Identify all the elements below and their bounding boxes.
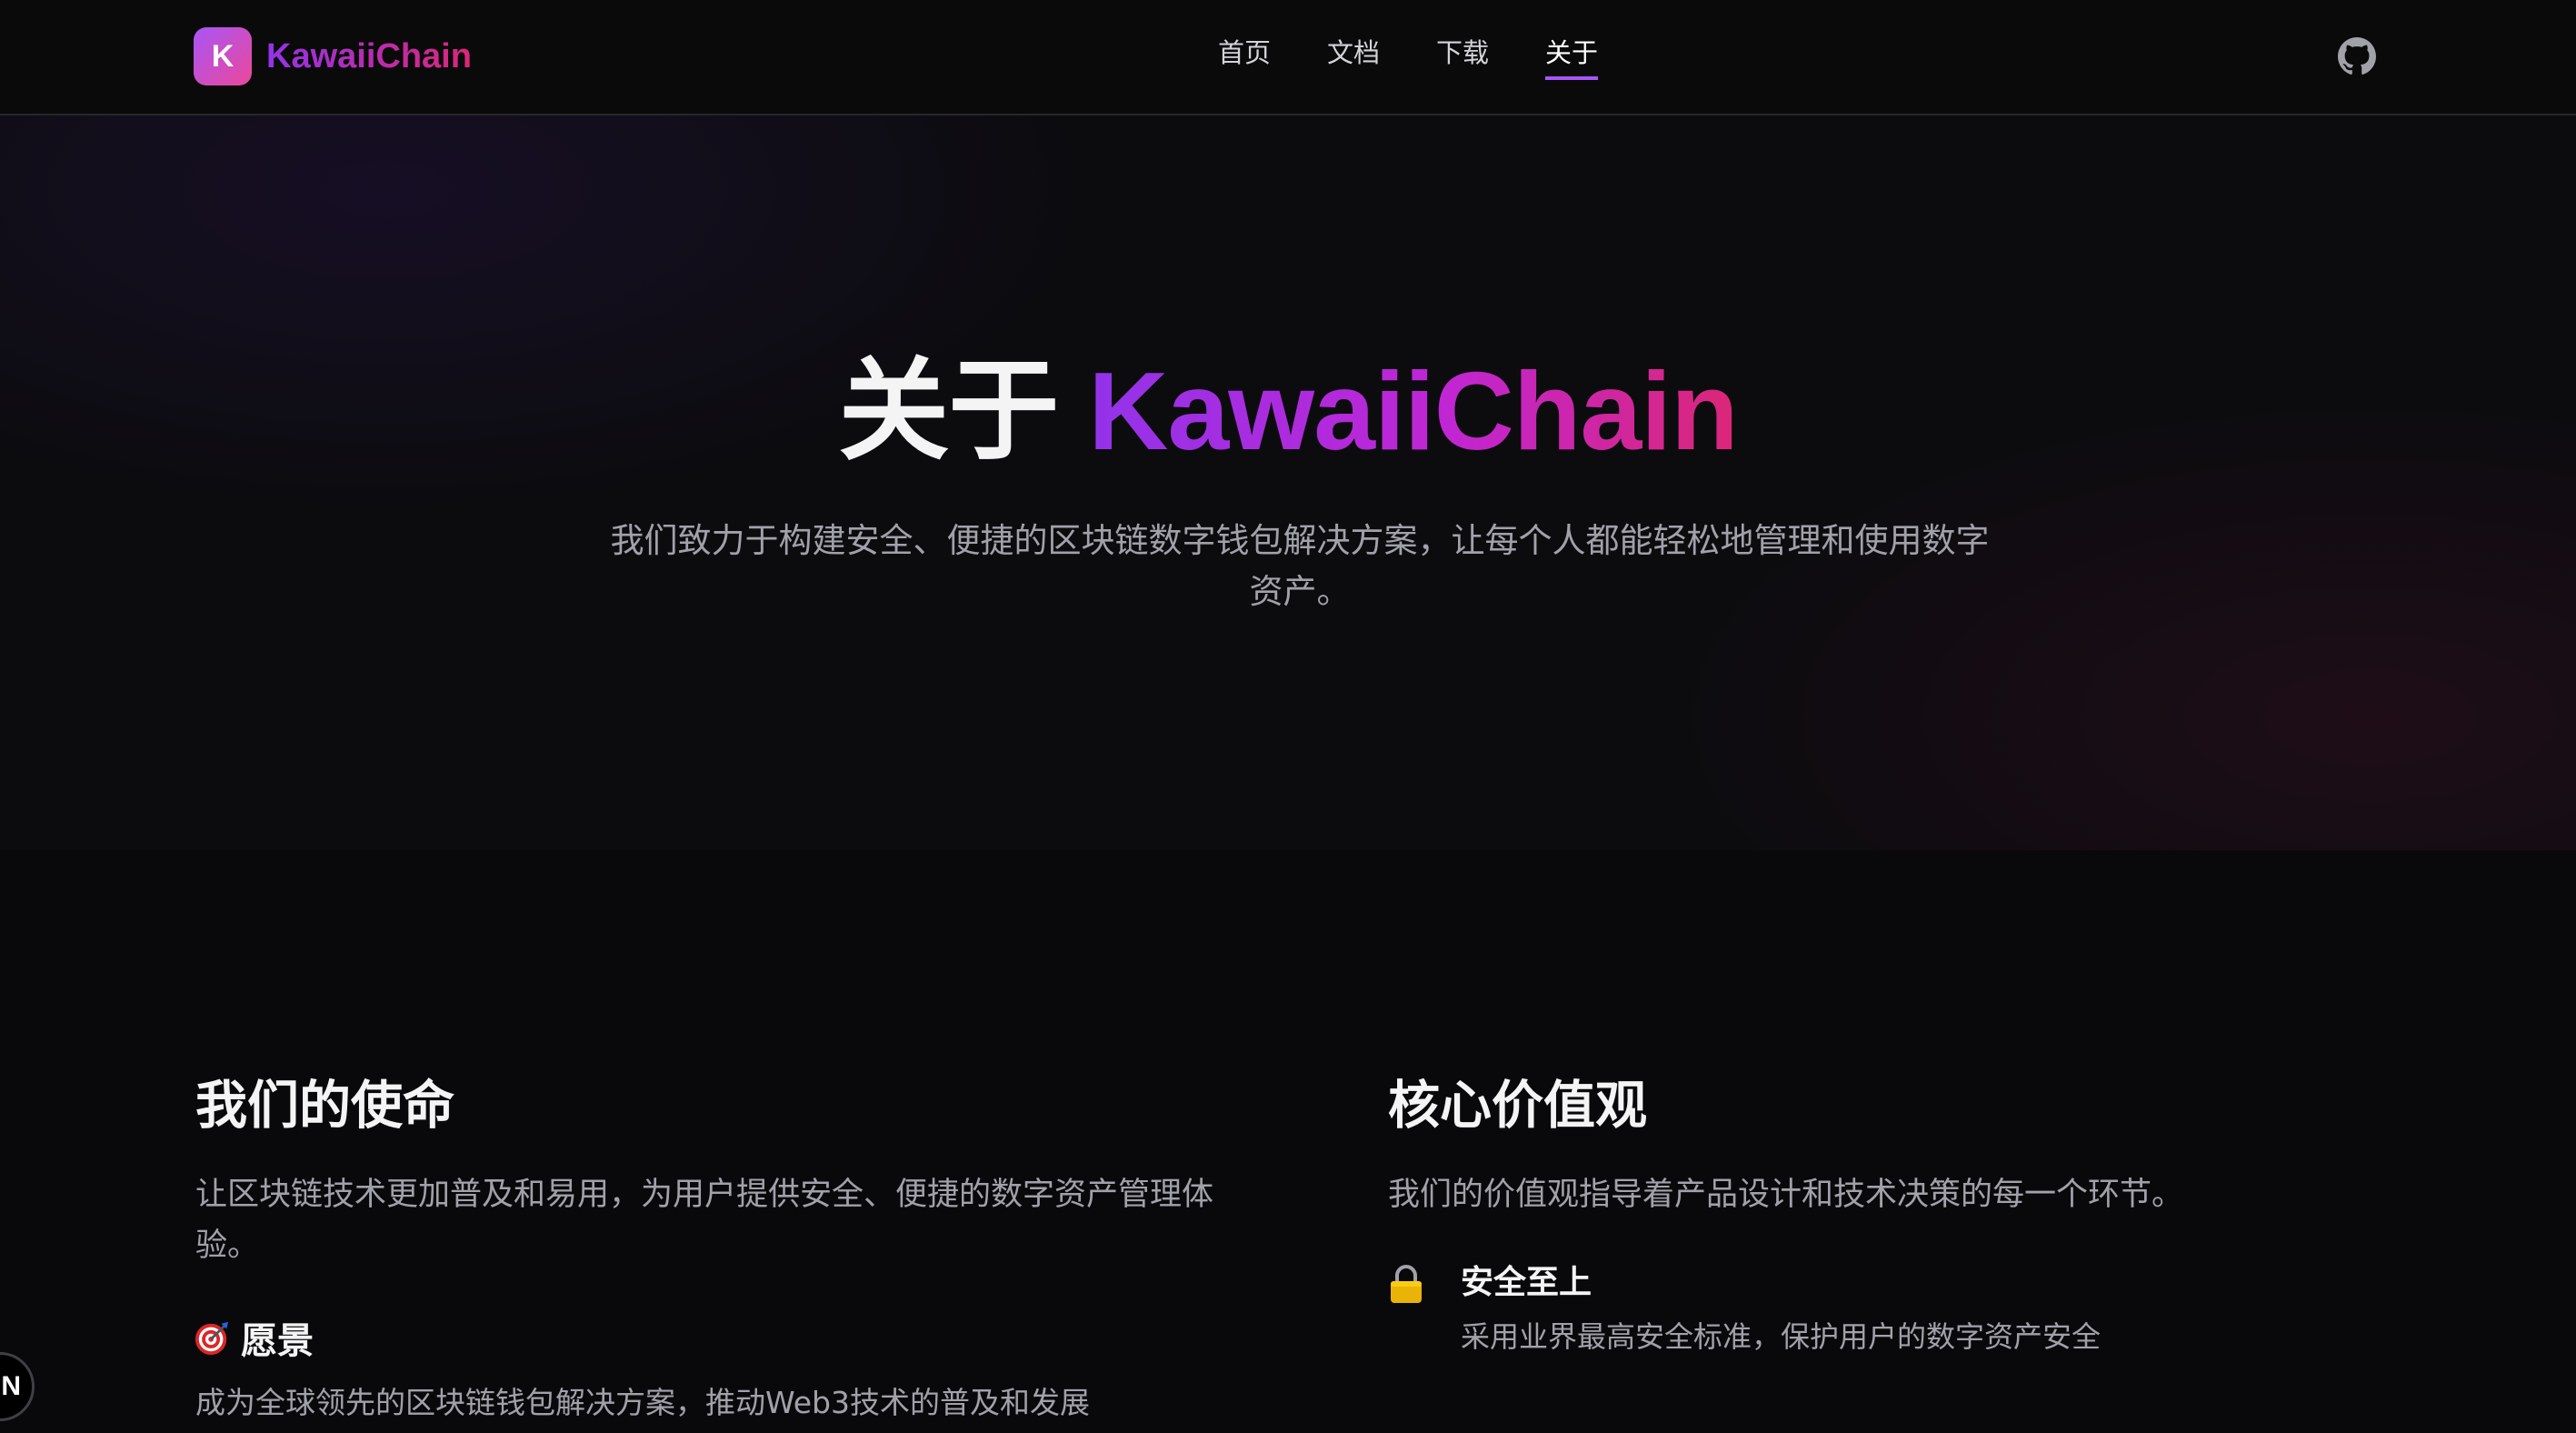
value-description: 采用业界最高安全标准，保护用户的数字资产安全: [1461, 1319, 2102, 1354]
values-section: 核心价值观 我们的价值观指导着产品设计和技术决策的每一个环节。 安全至上 采用业…: [1388, 1073, 2433, 1358]
mission-title: 我们的使命: [195, 1076, 454, 1136]
brand-name: KawaiiChain: [266, 36, 472, 75]
title-brand: KawaiiChain: [1088, 349, 1738, 473]
logo-icon: K: [194, 27, 252, 85]
value-title: 安全至上: [1461, 1264, 1593, 1301]
nav-link-download[interactable]: 下载: [1436, 36, 1489, 80]
lock-icon: [1391, 1265, 1422, 1303]
mission-description: 让区块链技术更加普及和易用，为用户提供安全、便捷的数字资产管理体验。: [195, 1177, 1214, 1264]
hero-subtitle: 我们致力于构建安全、便捷的区块链数字钱包解决方案，让每个人都能轻松地管理和使用数…: [610, 521, 1990, 611]
target-icon: [195, 1321, 229, 1355]
top-navbar: K KawaiiChain 首页 文档 下载 关于: [0, 0, 2576, 115]
value-text: 安全至上 采用业界最高安全标准，保护用户的数字资产安全: [1461, 1260, 2101, 1358]
vision-description: 成为全球领先的区块链钱包解决方案，推动Web3技术的普及和发展: [195, 1385, 1090, 1420]
vision-title: 愿景: [241, 1320, 314, 1362]
floating-dev-button[interactable]: N: [0, 1352, 35, 1421]
about-page: K KawaiiChain 首页 文档 下载 关于 关于 KawaiiChain…: [0, 0, 2576, 1433]
mission-section: 我们的使命 让区块链技术更加普及和易用，为用户提供安全、便捷的数字资产管理体验。…: [195, 1073, 1241, 1426]
nav-link-about[interactable]: 关于: [1545, 36, 1599, 80]
nav-link-docs[interactable]: 文档: [1327, 36, 1380, 80]
page-title: 关于 KawaiiChain: [0, 343, 2576, 479]
brand-logo-link[interactable]: K KawaiiChain: [194, 27, 472, 85]
github-icon[interactable]: [2338, 37, 2376, 75]
hero-section: 关于 KawaiiChain 我们致力于构建安全、便捷的区块链数字钱包解决方案，…: [0, 115, 2576, 850]
nav-link-home[interactable]: 首页: [1218, 36, 1271, 80]
value-item: 安全至上 采用业界最高安全标准，保护用户的数字资产安全: [1388, 1260, 2433, 1358]
values-description: 我们的价值观指导着产品设计和技术决策的每一个环节。: [1388, 1177, 2184, 1213]
title-prefix: 关于: [838, 349, 1089, 473]
nav-links: 首页 文档 下载 关于: [1218, 36, 1599, 80]
values-title: 核心价值观: [1388, 1076, 1647, 1136]
vision-heading: 愿景: [195, 1311, 1241, 1364]
